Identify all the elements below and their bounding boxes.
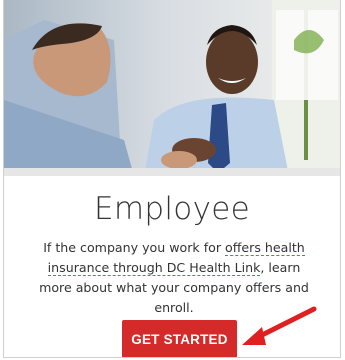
description-text-before: If the company you work for (43, 240, 226, 255)
hero-photo (4, 0, 340, 176)
card-title: Employee (94, 191, 250, 227)
employee-card: Employee If the company you work for off… (3, 0, 341, 358)
red-arrow-icon (242, 306, 317, 345)
business-meeting-photo (4, 0, 340, 176)
get-started-button[interactable]: GET STARTED (122, 320, 237, 357)
